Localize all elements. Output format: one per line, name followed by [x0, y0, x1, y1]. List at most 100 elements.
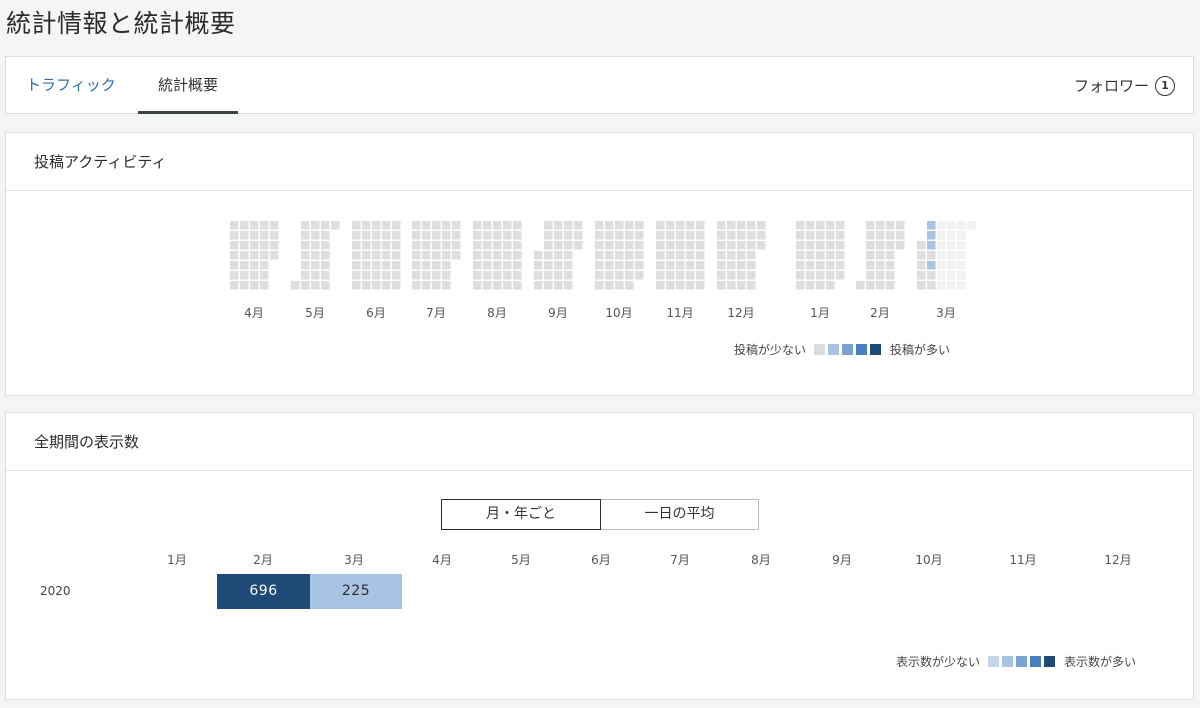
- tab-summary[interactable]: 統計概要: [138, 57, 238, 114]
- page-title: 統計情報と統計概要: [6, 9, 236, 38]
- activity-cell: [625, 271, 634, 280]
- activity-cell: [656, 221, 665, 230]
- activity-cell: [544, 261, 553, 270]
- activity-month-label: 11月: [666, 306, 694, 320]
- activity-cell: [564, 271, 573, 280]
- activity-cell: [240, 241, 249, 250]
- activity-cell: [544, 221, 553, 230]
- activity-month-label: 4月: [244, 306, 264, 320]
- activity-cell: [230, 241, 239, 250]
- activity-cell: [311, 241, 320, 250]
- activity-cell: [372, 261, 381, 270]
- activity-cell: [544, 281, 553, 290]
- activity-cell: [503, 241, 512, 250]
- activity-cell: [635, 221, 644, 230]
- activity-cell: [362, 221, 371, 230]
- activity-cell: [513, 271, 522, 280]
- activity-cell: [544, 231, 553, 240]
- tab-traffic[interactable]: トラフィック: [26, 57, 116, 114]
- activity-cell: [473, 261, 482, 270]
- activity-cell: [554, 251, 563, 260]
- activity-cell: [927, 261, 936, 270]
- activity-cell: [422, 241, 431, 250]
- activity-cell: [727, 271, 736, 280]
- activity-cell: [442, 251, 451, 260]
- activity-cell: [372, 271, 381, 280]
- activity-cell: [503, 271, 512, 280]
- activity-cell: [595, 221, 604, 230]
- activity-cell: [656, 281, 665, 290]
- activity-cell: [826, 271, 835, 280]
- activity-month-label: 10月: [605, 306, 633, 320]
- activity-cell: [412, 221, 421, 230]
- activity-cell: [737, 271, 746, 280]
- activity-cell: [240, 221, 249, 230]
- activity-cell: [250, 261, 259, 270]
- activity-cell: [947, 281, 956, 290]
- activity-cell: [826, 261, 835, 270]
- activity-cell: [727, 221, 736, 230]
- activity-cell: [937, 271, 946, 280]
- activity-cell: [717, 271, 726, 280]
- activity-cell: [747, 271, 756, 280]
- activity-cell: [957, 281, 966, 290]
- views-mode-toggle: 月・年ごと 一日の平均: [441, 499, 759, 530]
- activity-cell: [917, 271, 926, 280]
- activity-cell: [696, 231, 705, 240]
- activity-cell: [392, 241, 401, 250]
- activity-cell: [595, 241, 604, 250]
- activity-cell: [727, 241, 736, 250]
- activity-cell: [796, 251, 805, 260]
- activity-cell: [483, 281, 492, 290]
- toggle-daily-average-button[interactable]: 一日の平均: [601, 499, 759, 530]
- activity-cell: [301, 241, 310, 250]
- activity-cell: [544, 241, 553, 250]
- activity-cell: [747, 261, 756, 270]
- activity-cell: [876, 251, 885, 260]
- activity-card: 投稿アクティビティ 4月 5月 6月 7月 8月 9月 10月 11月 12月 1月 2月 3月 投稿…: [5, 132, 1194, 396]
- activity-cell: [372, 241, 381, 250]
- views-month-label: 11月: [1009, 553, 1037, 567]
- activity-cell: [957, 221, 966, 230]
- activity-cell: [534, 271, 543, 280]
- activity-cell: [836, 271, 845, 280]
- activity-cell: [554, 281, 563, 290]
- activity-cell: [362, 231, 371, 240]
- activity-cell: [605, 241, 614, 250]
- activity-month-label: 3月: [936, 306, 956, 320]
- toggle-monthly-button[interactable]: 月・年ごと: [441, 499, 601, 530]
- activity-cell: [615, 281, 624, 290]
- views-value-cell[interactable]: 696: [217, 574, 310, 609]
- activity-cell: [473, 241, 482, 250]
- views-value-cell[interactable]: 225: [310, 574, 402, 609]
- legend-swatch: [814, 344, 826, 355]
- activity-cell: [595, 271, 604, 280]
- activity-cell: [727, 231, 736, 240]
- activity-month-label: 8月: [487, 306, 507, 320]
- activity-cell: [876, 241, 885, 250]
- activity-cell: [937, 281, 946, 290]
- activity-cell: [574, 221, 583, 230]
- activity-cell: [240, 251, 249, 260]
- activity-cell: [321, 241, 330, 250]
- activity-cell: [372, 281, 381, 290]
- activity-cell: [927, 271, 936, 280]
- activity-cell: [260, 261, 269, 270]
- activity-cell: [826, 241, 835, 250]
- activity-cell: [666, 271, 675, 280]
- activity-heatmap: [230, 221, 976, 290]
- activity-cell: [666, 231, 675, 240]
- activity-cell: [503, 221, 512, 230]
- activity-cell: [483, 231, 492, 240]
- activity-cell: [656, 231, 665, 240]
- activity-month-label: 1月: [810, 306, 830, 320]
- activity-cell: [513, 251, 522, 260]
- activity-cell: [615, 241, 624, 250]
- activity-cell: [927, 241, 936, 250]
- activity-cell: [656, 271, 665, 280]
- activity-cell: [866, 271, 875, 280]
- activity-cell: [392, 221, 401, 230]
- followers-button[interactable]: フォロワー 1: [1074, 57, 1175, 114]
- activity-cell: [806, 281, 815, 290]
- activity-cell: [534, 281, 543, 290]
